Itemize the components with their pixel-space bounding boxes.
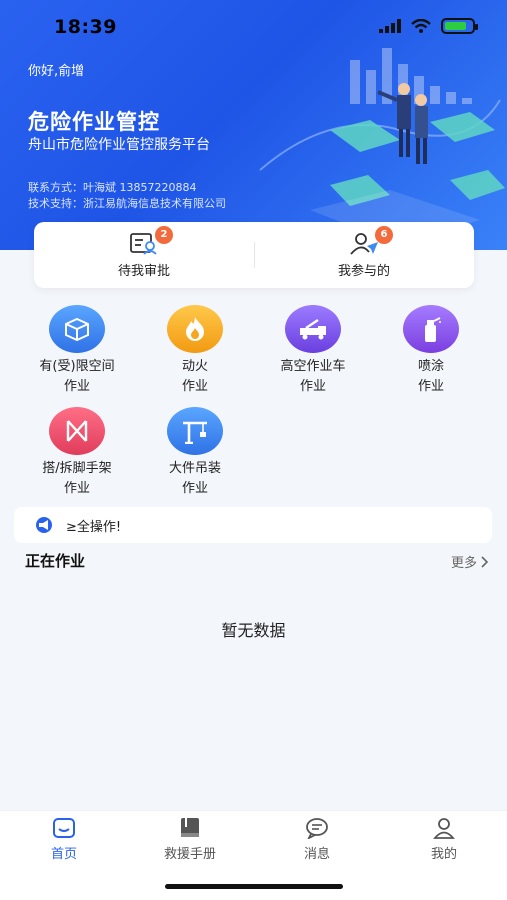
work-type-label: 动火 作业 <box>181 359 208 394</box>
work-type-label: 喷涂 作业 <box>417 359 444 394</box>
battery-icon <box>441 18 478 34</box>
work-type-label: 有(受)限空间 作业 <box>39 359 115 394</box>
more-link[interactable]: 更多 <box>451 552 489 571</box>
work-type-spraying[interactable]: 喷涂 作业 <box>372 305 490 397</box>
section-title: 正在作业 <box>25 552 86 570</box>
greeting-text: 你好,俞增 <box>28 64 85 79</box>
work-type-label: 高空作业车 作业 <box>280 359 346 394</box>
approval-card: 2 待我审批 6 我参与的 <box>34 222 474 288</box>
tab-messages[interactable]: 消息 <box>277 817 357 862</box>
scaffold-icon <box>49 407 105 455</box>
participated-count-badge: 6 <box>375 225 393 244</box>
tab-label: 消息 <box>303 847 330 862</box>
book-icon <box>181 818 199 837</box>
page-title: 危险作业管控 <box>28 110 160 134</box>
work-type-scaffolding[interactable]: 搭/拆脚手架 作业 <box>18 407 136 499</box>
contact-line: 联系方式：叶海斌 13857220884 <box>28 181 197 194</box>
tab-rescue-manual[interactable]: 救援手册 <box>150 817 230 862</box>
more-label: 更多 <box>450 556 477 571</box>
truck-icon <box>285 305 341 353</box>
status-icons <box>379 18 478 34</box>
fire-icon <box>167 305 223 353</box>
signal-icon <box>379 19 401 33</box>
chevron-right-icon <box>481 555 489 568</box>
work-type-confined-space[interactable]: 有(受)限空间 作业 <box>18 305 136 397</box>
status-bar: 18:39 <box>0 0 507 56</box>
work-type-label: 大件吊装 作业 <box>168 461 221 496</box>
work-type-hot-work[interactable]: 动火 作业 <box>136 305 254 397</box>
wifi-icon <box>411 19 431 33</box>
empty-state-text: 暂无数据 <box>221 621 286 640</box>
active-work-header: 正在作业 更多 <box>25 550 489 574</box>
box-icon <box>49 305 105 353</box>
notice-text: ≥全操作! <box>66 519 122 535</box>
work-type-label: 搭/拆脚手架 作业 <box>42 461 112 496</box>
contact-info: 联系方式：叶海斌 13857220884 技术支持：浙江易航海信息技术有限公司 <box>28 180 226 212</box>
notice-bar[interactable]: ≥全操作! <box>14 507 492 543</box>
tab-profile[interactable]: 我的 <box>404 817 484 862</box>
participated-label: 我参与的 <box>337 263 390 279</box>
tab-home[interactable]: 首页 <box>24 817 104 862</box>
home-icon <box>53 818 75 838</box>
participated-button[interactable]: 6 我参与的 <box>254 222 474 288</box>
spray-icon <box>403 305 459 353</box>
megaphone-icon <box>36 517 52 533</box>
pending-approval-label: 待我审批 <box>117 263 170 279</box>
home-indicator[interactable] <box>165 884 343 889</box>
pending-approval-button[interactable]: 2 待我审批 <box>34 222 254 288</box>
message-icon <box>306 818 328 839</box>
tab-label: 救援手册 <box>163 847 216 862</box>
tab-label: 我的 <box>430 847 457 862</box>
crane-icon <box>167 407 223 455</box>
banner-illustration <box>259 48 505 245</box>
pending-count-badge: 2 <box>155 225 173 244</box>
work-type-aerial-vehicle[interactable]: 高空作业车 作业 <box>254 305 372 397</box>
tab-label: 首页 <box>50 847 77 862</box>
page-subtitle: 舟山市危险作业管控服务平台 <box>28 137 210 153</box>
support-line: 技术支持：浙江易航海信息技术有限公司 <box>28 197 226 210</box>
profile-icon <box>433 818 455 839</box>
status-time: 18:39 <box>54 16 117 38</box>
work-type-heavy-lifting[interactable]: 大件吊装 作业 <box>136 407 254 499</box>
